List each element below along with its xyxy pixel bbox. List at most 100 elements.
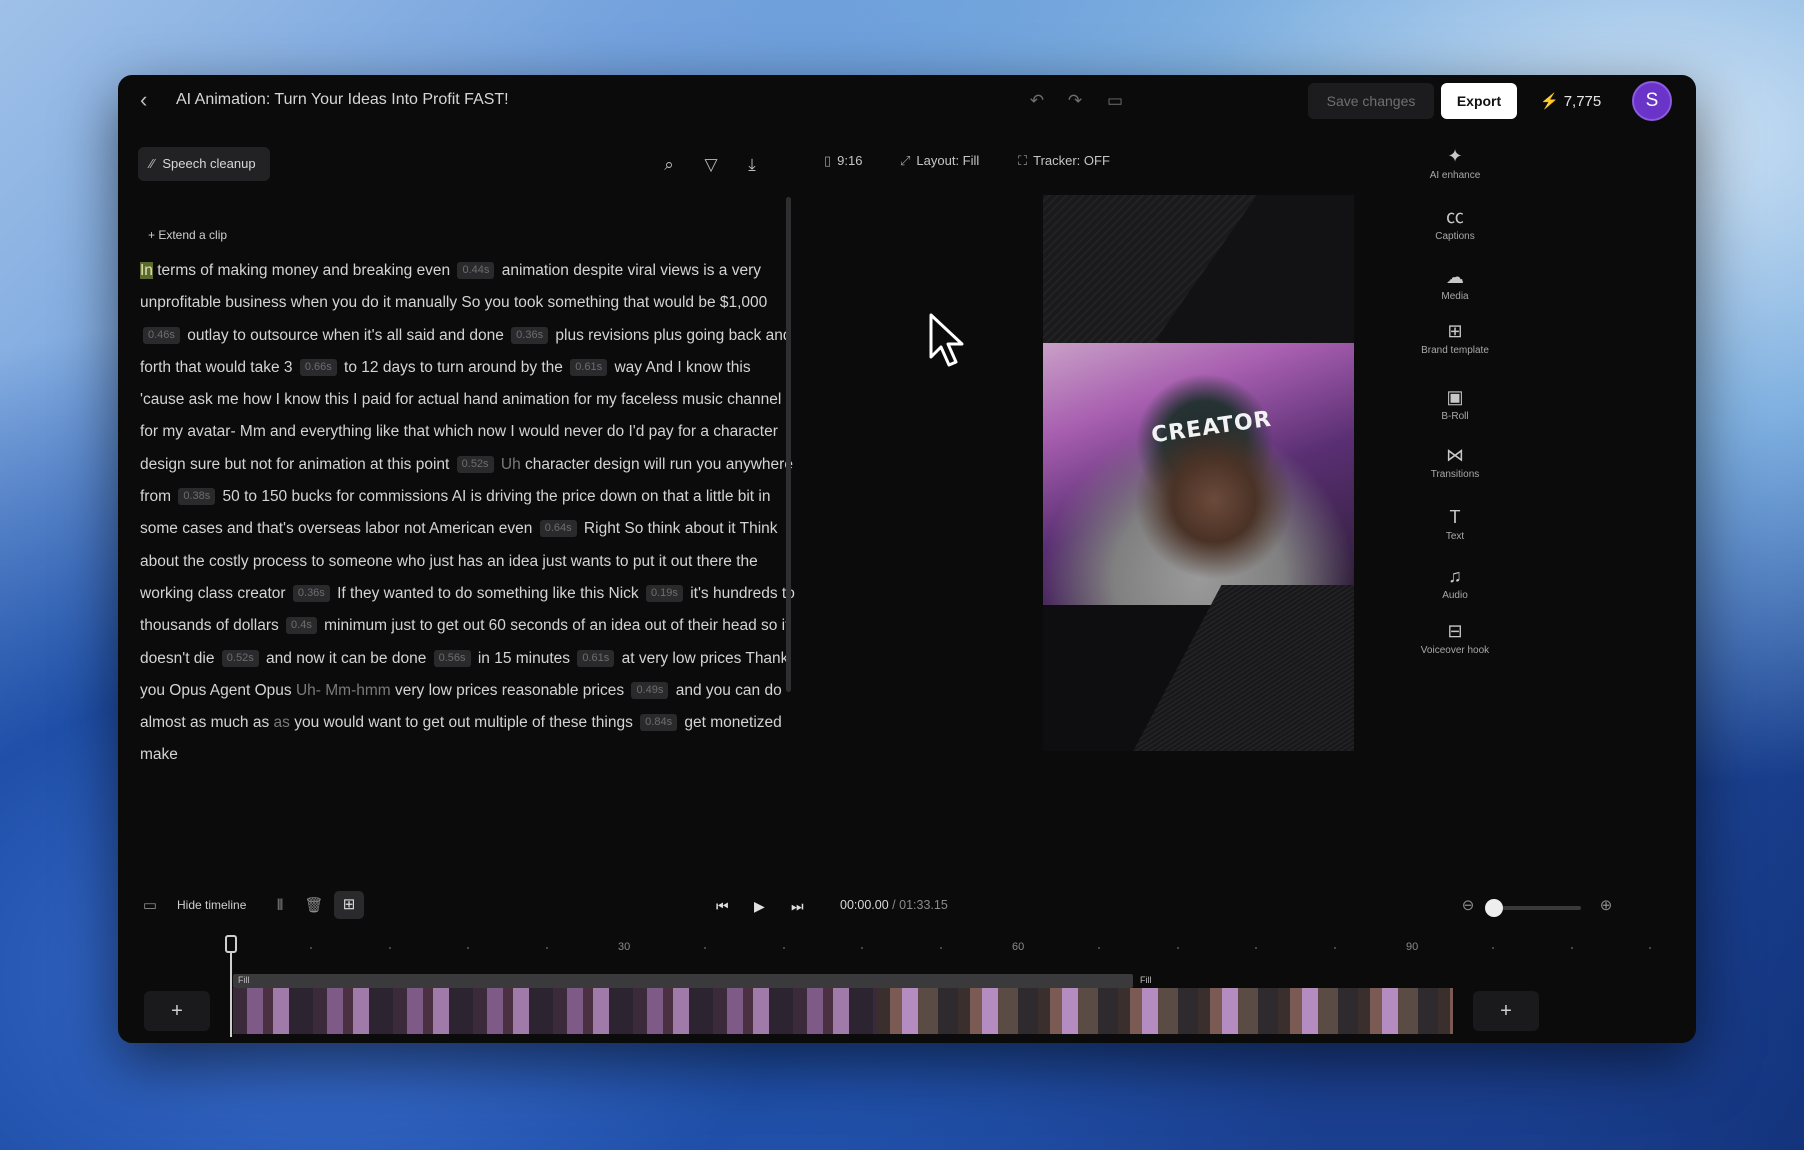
phone-icon: ▯ xyxy=(824,153,832,168)
export-button[interactable]: Export xyxy=(1441,83,1517,119)
wand-icon: ⁄⁄ xyxy=(150,156,155,171)
speech-cleanup-button[interactable]: ⁄⁄ Speech cleanup xyxy=(138,147,270,181)
zoom-slider-handle[interactable] xyxy=(1484,899,1503,917)
credits-value: 7,775 xyxy=(1563,93,1602,110)
pause-gap-chip[interactable]: 0.49s xyxy=(631,681,669,699)
rail-ai-enhance[interactable]: ✦ AI enhance xyxy=(1420,145,1490,182)
hide-timeline-button[interactable]: Hide timeline xyxy=(177,898,246,912)
pause-gap-chip[interactable]: 0.38s xyxy=(178,488,216,506)
pause-gap-chip[interactable]: 0.66s xyxy=(299,358,337,376)
rail-brand-template[interactable]: ⊞ Brand template xyxy=(1420,320,1490,357)
aspect-ratio-button[interactable]: ▯ 9:16 xyxy=(824,153,862,169)
ruler-tick xyxy=(1491,947,1494,949)
zoom-out-icon[interactable]: ⊖ xyxy=(1458,897,1478,915)
pause-gap-chip[interactable]: 0.4s xyxy=(286,617,317,635)
total-time: 01:33.15 xyxy=(899,898,948,912)
preview-bottom-background xyxy=(1043,605,1354,751)
current-time: 00:00.00 xyxy=(840,898,889,912)
rail-media[interactable]: ☁ Media xyxy=(1420,266,1490,303)
save-changes-button[interactable]: Save changes xyxy=(1308,83,1434,119)
top-bar: ‹ AI Animation: Turn Your Ideas Into Pro… xyxy=(118,75,1696,127)
playhead-handle[interactable] xyxy=(225,935,237,953)
pause-gap-chip[interactable]: 0.52s xyxy=(221,649,259,667)
ruler-label: 90 xyxy=(1406,941,1419,953)
extend-clip-button[interactable]: + Extend a clip xyxy=(148,228,227,242)
rail-captions[interactable]: ㏄ Captions xyxy=(1420,206,1490,243)
editor-window: ‹ AI Animation: Turn Your Ideas Into Pro… xyxy=(118,75,1696,1043)
ruler-tick xyxy=(467,947,470,949)
transcript-words[interactable]: as xyxy=(274,714,290,731)
pause-gap-chip[interactable]: 0.56s xyxy=(433,649,471,667)
rail-label: Captions xyxy=(1435,231,1475,242)
split-columns-icon[interactable]: ⦀ xyxy=(270,897,290,915)
split-clip-button[interactable]: ⊞ xyxy=(334,891,364,919)
layout-button[interactable]: ⤢ Layout: Fill xyxy=(900,153,979,169)
transcript-words[interactable]: outlay to outsource when it's all said a… xyxy=(183,327,508,344)
transcript-words[interactable]: you would want to get out multiple of th… xyxy=(290,714,637,731)
pause-gap-chip[interactable]: 0.61s xyxy=(570,358,608,376)
transcript-cursor-word[interactable]: In xyxy=(140,262,153,279)
rail-label: B-Roll xyxy=(1441,411,1469,422)
text-icon: T xyxy=(1449,507,1461,527)
tracker-icon: ⛶ xyxy=(1018,153,1028,168)
tracker-button[interactable]: ⛶ Tracker: OFF xyxy=(1018,153,1110,169)
rail-label: Media xyxy=(1441,291,1469,302)
filter-icon[interactable]: ▽ xyxy=(700,154,722,176)
transcript-words[interactable]: and now it can be done xyxy=(262,650,431,667)
undo-icon[interactable]: ↶ xyxy=(1026,90,1048,112)
trash-icon[interactable]: 🗑 xyxy=(304,897,324,915)
zoom-in-icon[interactable]: ⊕ xyxy=(1596,897,1616,915)
add-clip-after-button[interactable]: + xyxy=(1473,991,1539,1031)
bolt-icon: ⚡ xyxy=(1540,93,1559,110)
transcript-words[interactable]: terms of making money and breaking even xyxy=(153,262,455,279)
pause-gap-chip[interactable]: 0.52s xyxy=(456,455,494,473)
rail-label: Text xyxy=(1445,531,1465,542)
brand-template-icon: ⊞ xyxy=(1447,321,1463,341)
transcript-words[interactable]: If they wanted to do something like this… xyxy=(333,585,643,602)
avatar[interactable]: S xyxy=(1632,81,1672,121)
pause-gap-chip[interactable]: 0.36s xyxy=(292,584,330,602)
rail-label: Audio xyxy=(1442,590,1468,601)
video-track-segment-2[interactable] xyxy=(878,988,1453,1034)
skip-forward-icon[interactable]: ⏭ xyxy=(791,897,804,915)
pause-gap-chip[interactable]: 0.46s xyxy=(143,326,180,344)
timeline-toggle-icon[interactable]: ▭ xyxy=(140,897,160,915)
ruler-tick xyxy=(1334,947,1337,949)
rail-text[interactable]: T Text xyxy=(1420,506,1490,543)
rail-b-roll[interactable]: ▣ B-Roll xyxy=(1420,386,1490,423)
skip-back-icon[interactable]: ⏮ xyxy=(716,897,729,915)
transcript-words[interactable]: very low prices reasonable prices xyxy=(391,682,629,699)
download-icon[interactable]: ⤓ xyxy=(741,154,763,176)
transcript-words[interactable]: Uh- Mm-hmm xyxy=(296,682,391,699)
credits-counter: ⚡ 7,775 xyxy=(1540,92,1601,110)
video-preview[interactable]: CREATOR xyxy=(1043,195,1354,751)
pause-gap-chip[interactable]: 0.61s xyxy=(577,649,615,667)
subtitles-icon[interactable]: ▭ xyxy=(1104,90,1126,112)
timeline-ruler[interactable]: 30 60 90 xyxy=(118,935,1696,965)
redo-icon[interactable]: ↷ xyxy=(1064,90,1086,112)
zoom-slider[interactable] xyxy=(1489,906,1581,910)
expand-icon: ⤢ xyxy=(900,153,911,168)
transcript-scrollbar[interactable] xyxy=(786,197,791,692)
project-title: AI Animation: Turn Your Ideas Into Profi… xyxy=(176,91,509,108)
chevron-left-icon[interactable]: ‹ xyxy=(140,89,160,111)
pause-gap-chip[interactable]: 0.36s xyxy=(511,326,549,344)
clip-label-fill-2: Fill xyxy=(1140,975,1152,985)
layout-label: Layout: Fill xyxy=(916,153,980,168)
transcript-words[interactable]: in 15 minutes xyxy=(474,650,575,667)
rail-audio[interactable]: ♫ Audio xyxy=(1420,565,1490,602)
rail-voiceover-hook[interactable]: ⊟ Voiceover hook xyxy=(1420,620,1490,657)
pause-gap-chip[interactable]: 0.64s xyxy=(539,520,577,538)
pause-gap-chip[interactable]: 0.44s xyxy=(457,262,495,279)
search-icon[interactable]: ⌕ xyxy=(658,154,680,176)
pause-gap-chip[interactable]: 0.84s xyxy=(640,714,678,732)
ruler-tick xyxy=(703,947,706,949)
play-icon[interactable]: ▶ xyxy=(754,897,765,915)
add-clip-before-button[interactable]: + xyxy=(144,991,210,1031)
transcript-words[interactable]: Uh xyxy=(497,456,521,473)
upload-cloud-icon: ☁ xyxy=(1446,267,1464,287)
transcript-text[interactable]: In terms of making money and breaking ev… xyxy=(140,255,795,877)
pause-gap-chip[interactable]: 0.19s xyxy=(645,584,683,602)
transcript-words[interactable]: to 12 days to turn around by the xyxy=(340,359,567,376)
rail-transitions[interactable]: ⋈ Transitions xyxy=(1420,444,1490,481)
